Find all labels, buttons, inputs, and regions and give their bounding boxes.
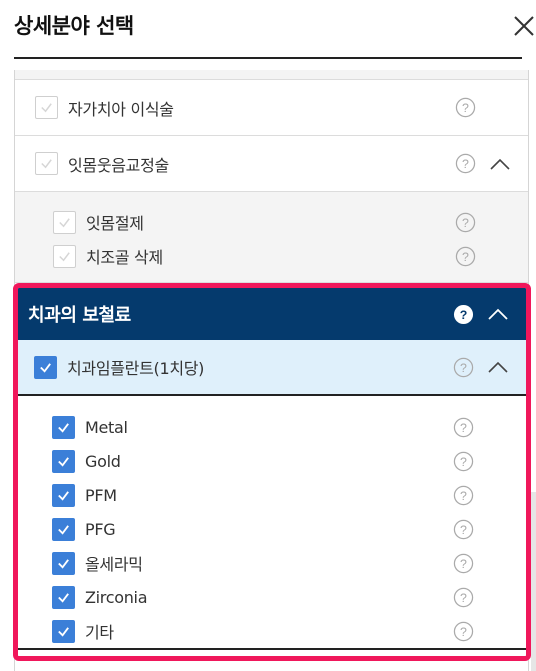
help-icon[interactable]: ? [453,519,474,540]
svg-text:?: ? [460,590,467,604]
help-icon[interactable]: ? [453,621,474,642]
item-label: 기타 [85,623,114,642]
svg-text:?: ? [460,556,467,570]
list-item-pfg[interactable]: PFG ? [18,512,526,546]
item-label: Zirconia [85,587,148,607]
sub-list: 잇몸절제 ? 치조골 삭제 ? [15,192,528,283]
svg-text:?: ? [462,249,469,263]
item-label: 올세라믹 [85,555,143,574]
item-label: 자가치아 이식술 [68,99,174,119]
svg-text:?: ? [462,157,469,171]
modal-header: 상세분야 선택 [0,0,536,59]
section-bottom-divider [18,648,526,656]
svg-text:?: ? [462,215,469,229]
item-label: 치조골 삭제 [86,248,163,267]
prosthetics-section: 치과의 보철료 ? 치과임플란트(1치당) ? Metal ? Gold ? P… [13,283,531,661]
help-icon[interactable]: ? [453,417,474,438]
help-icon[interactable]: ? [453,485,474,506]
item-label: PFM [85,485,117,505]
help-icon[interactable]: ? [455,153,476,174]
help-icon[interactable]: ? [455,212,476,233]
close-icon[interactable] [512,14,536,38]
checkbox[interactable] [52,449,75,473]
svg-text:?: ? [460,488,467,502]
scrollbar-track[interactable] [531,492,536,671]
help-icon[interactable]: ? [455,246,476,267]
item-label: 잇몸절제 [86,214,144,233]
header-divider [14,57,522,59]
section-title: 치과의 보철료 [28,305,131,326]
svg-text:?: ? [462,101,469,115]
item-label: 치과임플란트(1치당) [67,359,205,378]
checkbox[interactable] [53,244,76,268]
list-item-alveolar-bone[interactable]: 치조골 삭제 ? [15,239,528,273]
checkbox[interactable] [35,152,58,175]
checkbox[interactable] [52,517,75,541]
svg-text:?: ? [460,624,467,638]
list-item-gum-resection[interactable]: 잇몸절제 ? [15,205,528,239]
item-label: PFG [85,519,116,539]
list-item-all-ceramic[interactable]: 올세라믹 ? [18,546,526,580]
help-icon[interactable]: ? [453,553,474,574]
help-icon[interactable]: ? [453,587,474,608]
svg-text:?: ? [460,360,467,374]
item-label: Gold [85,451,121,471]
checkbox[interactable] [35,96,58,119]
list-item-other[interactable]: 기타 ? [18,614,526,648]
item-label: Metal [85,417,128,437]
help-icon[interactable]: ? [455,97,476,118]
checkbox[interactable] [52,551,75,575]
svg-text:?: ? [460,522,467,536]
svg-text:?: ? [460,420,467,434]
item-label: 잇몸웃음교정술 [68,155,169,175]
checkbox[interactable] [52,415,75,439]
modal-title: 상세분야 선택 [14,14,134,38]
chevron-up-icon[interactable] [490,158,510,170]
checkbox[interactable] [52,483,75,507]
list-top-strip [15,70,528,80]
help-icon[interactable]: ? [453,451,474,472]
help-icon[interactable]: ? [453,357,474,378]
svg-text:?: ? [460,454,467,468]
list-item-gum-smile[interactable]: 잇몸웃음교정술 ? [15,136,528,192]
checkbox[interactable] [52,619,75,643]
list-item-gold[interactable]: Gold ? [18,444,526,478]
section-header[interactable]: 치과의 보철료 ? [18,288,526,340]
sub-header-implant[interactable]: 치과임플란트(1치당) ? [18,340,526,396]
chevron-up-icon[interactable] [488,308,508,320]
implant-material-list: Metal ? Gold ? PFM ? PFG ? 올세라믹 ? Zircon… [18,396,526,648]
list-item-pfm[interactable]: PFM ? [18,478,526,512]
svg-text:?: ? [460,307,468,321]
list-item-metal[interactable]: Metal ? [18,410,526,444]
checkbox[interactable] [53,210,76,234]
list-item-implant-surgery[interactable]: 자가치아 이식술 ? [15,80,528,136]
chevron-up-icon[interactable] [488,361,508,373]
help-icon[interactable]: ? [453,304,474,325]
checkbox[interactable] [34,355,57,379]
checkbox[interactable] [52,585,75,609]
list-item-zirconia[interactable]: Zirconia ? [18,580,526,614]
